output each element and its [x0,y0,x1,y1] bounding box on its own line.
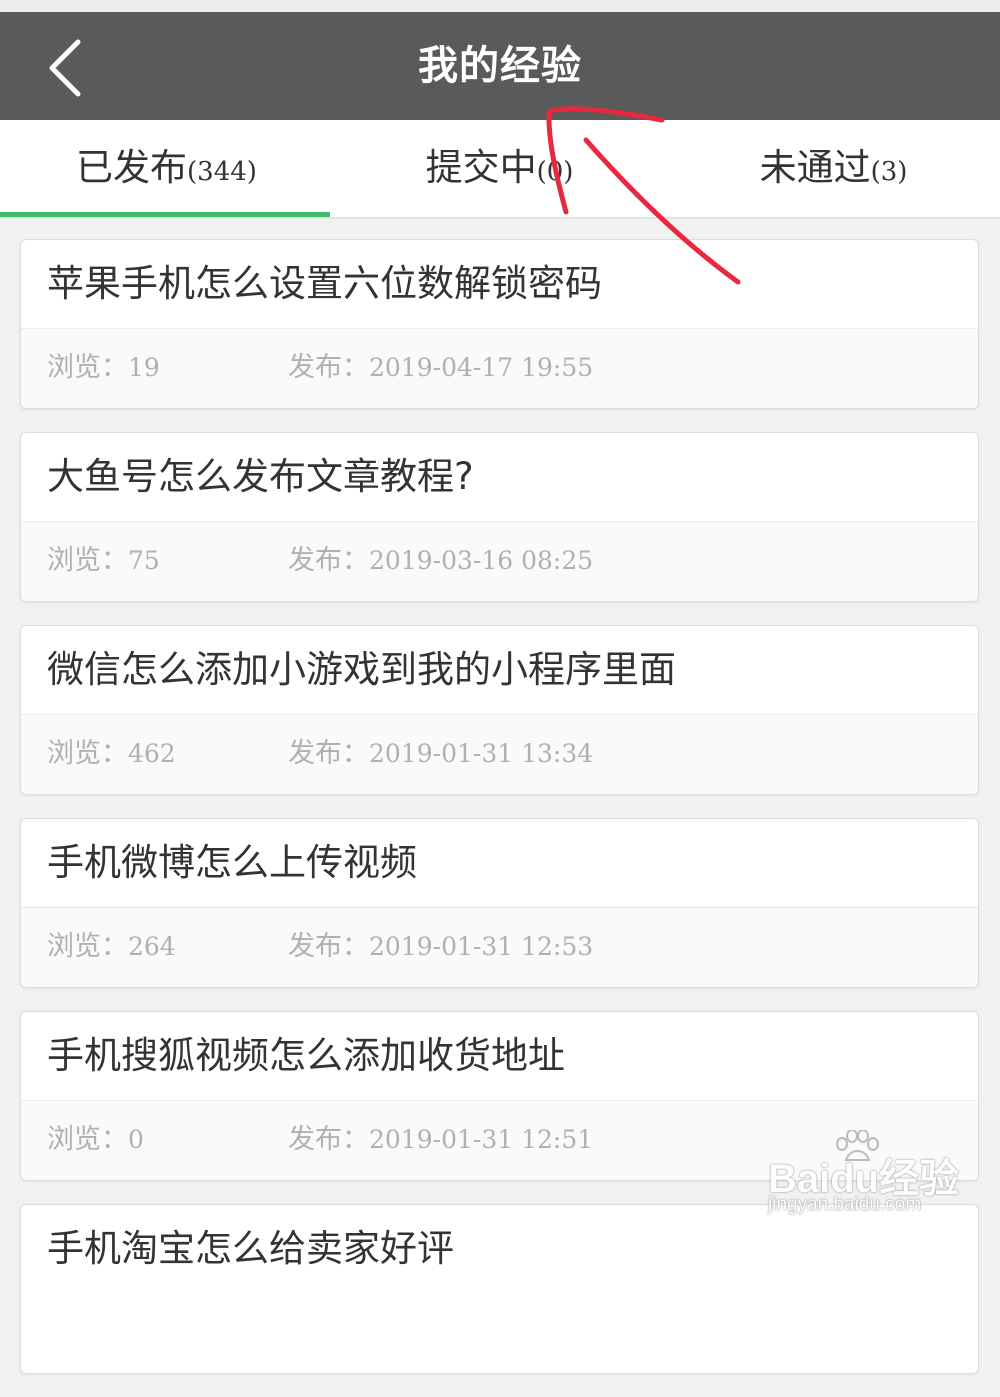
active-tab-indicator [0,212,330,217]
publish-label: 发布： [288,1124,369,1155]
article-meta: 浏览：75 发布：2019-03-16 08:25 [21,521,978,601]
views-label: 浏览： [47,545,128,576]
publish-date: 2019-01-31 12:51 [369,1125,594,1154]
watermark-url: jingyan.baidu.com [768,1194,922,1215]
publish-info: 发布：2019-01-31 12:53 [288,908,594,987]
tab-count: (0) [536,157,574,187]
article-card[interactable]: 手机淘宝怎么给卖家好评 [20,1204,979,1374]
tab-submitting[interactable]: 提交中(0) [333,120,666,217]
views-label: 浏览： [47,352,128,383]
article-meta: 浏览：264 发布：2019-01-31 12:53 [21,907,978,987]
tab-count: (3) [870,157,908,187]
views-info: 浏览：0 [47,1101,144,1180]
app-header: 我的经验 [0,12,1000,120]
article-card[interactable]: 大鱼号怎么发布文章教程? 浏览：75 发布：2019-03-16 08:25 [20,432,979,602]
article-title: 手机淘宝怎么给卖家好评 [47,1227,454,1270]
tab-label: 已发布 [76,146,188,189]
publish-label: 发布： [288,352,369,383]
article-meta: 浏览：19 发布：2019-04-17 19:55 [21,328,978,408]
tab-rejected[interactable]: 未通过(3) [667,120,1000,217]
publish-info: 发布：2019-03-16 08:25 [288,522,594,601]
views-info: 浏览：462 [47,715,176,794]
views-label: 浏览： [47,931,128,962]
views-count: 0 [128,1125,144,1154]
article-card[interactable]: 手机微博怎么上传视频 浏览：264 发布：2019-01-31 12:53 [20,818,979,988]
tab-bar: 已发布(344) 提交中(0) 未通过(3) [0,120,1000,219]
views-count: 75 [128,546,160,575]
publish-info: 发布：2019-01-31 12:51 [288,1101,594,1180]
publish-date: 2019-04-17 19:55 [369,353,594,382]
views-info: 浏览：264 [47,908,176,987]
publish-info: 发布：2019-04-17 19:55 [288,329,594,408]
views-info: 浏览：75 [47,522,160,601]
views-count: 462 [128,739,176,768]
article-meta: 浏览：462 发布：2019-01-31 13:34 [21,714,978,794]
status-bar-strip [0,0,1000,12]
publish-label: 发布： [288,545,369,576]
views-count: 264 [128,932,176,961]
article-title: 大鱼号怎么发布文章教程? [47,455,474,498]
article-title: 手机微博怎么上传视频 [47,841,417,884]
publish-info: 发布：2019-01-31 13:34 [288,715,594,794]
tab-count: (344) [187,157,257,187]
tab-label: 提交中 [425,146,537,189]
article-card[interactable]: 微信怎么添加小游戏到我的小程序里面 浏览：462 发布：2019-01-31 1… [20,625,979,795]
publish-date: 2019-01-31 12:53 [369,932,594,961]
article-list: 苹果手机怎么设置六位数解锁密码 浏览：19 发布：2019-04-17 19:5… [20,239,979,1397]
article-card[interactable]: 苹果手机怎么设置六位数解锁密码 浏览：19 发布：2019-04-17 19:5… [20,239,979,409]
views-label: 浏览： [47,1124,128,1155]
article-title: 微信怎么添加小游戏到我的小程序里面 [47,648,676,691]
tab-published[interactable]: 已发布(344) [0,120,333,217]
publish-label: 发布： [288,738,369,769]
views-label: 浏览： [47,738,128,769]
publish-date: 2019-03-16 08:25 [369,546,594,575]
baidu-jingyan-watermark: Baidu经验 jingyan.baidu.com [766,1128,966,1223]
publish-date: 2019-01-31 13:34 [369,739,594,768]
page-title: 我的经验 [418,43,582,89]
publish-label: 发布： [288,931,369,962]
article-title: 苹果手机怎么设置六位数解锁密码 [47,262,602,305]
article-title: 手机搜狐视频怎么添加收货地址 [47,1034,565,1077]
views-info: 浏览：19 [47,329,160,408]
views-count: 19 [128,353,160,382]
tab-label: 未通过 [759,146,871,189]
